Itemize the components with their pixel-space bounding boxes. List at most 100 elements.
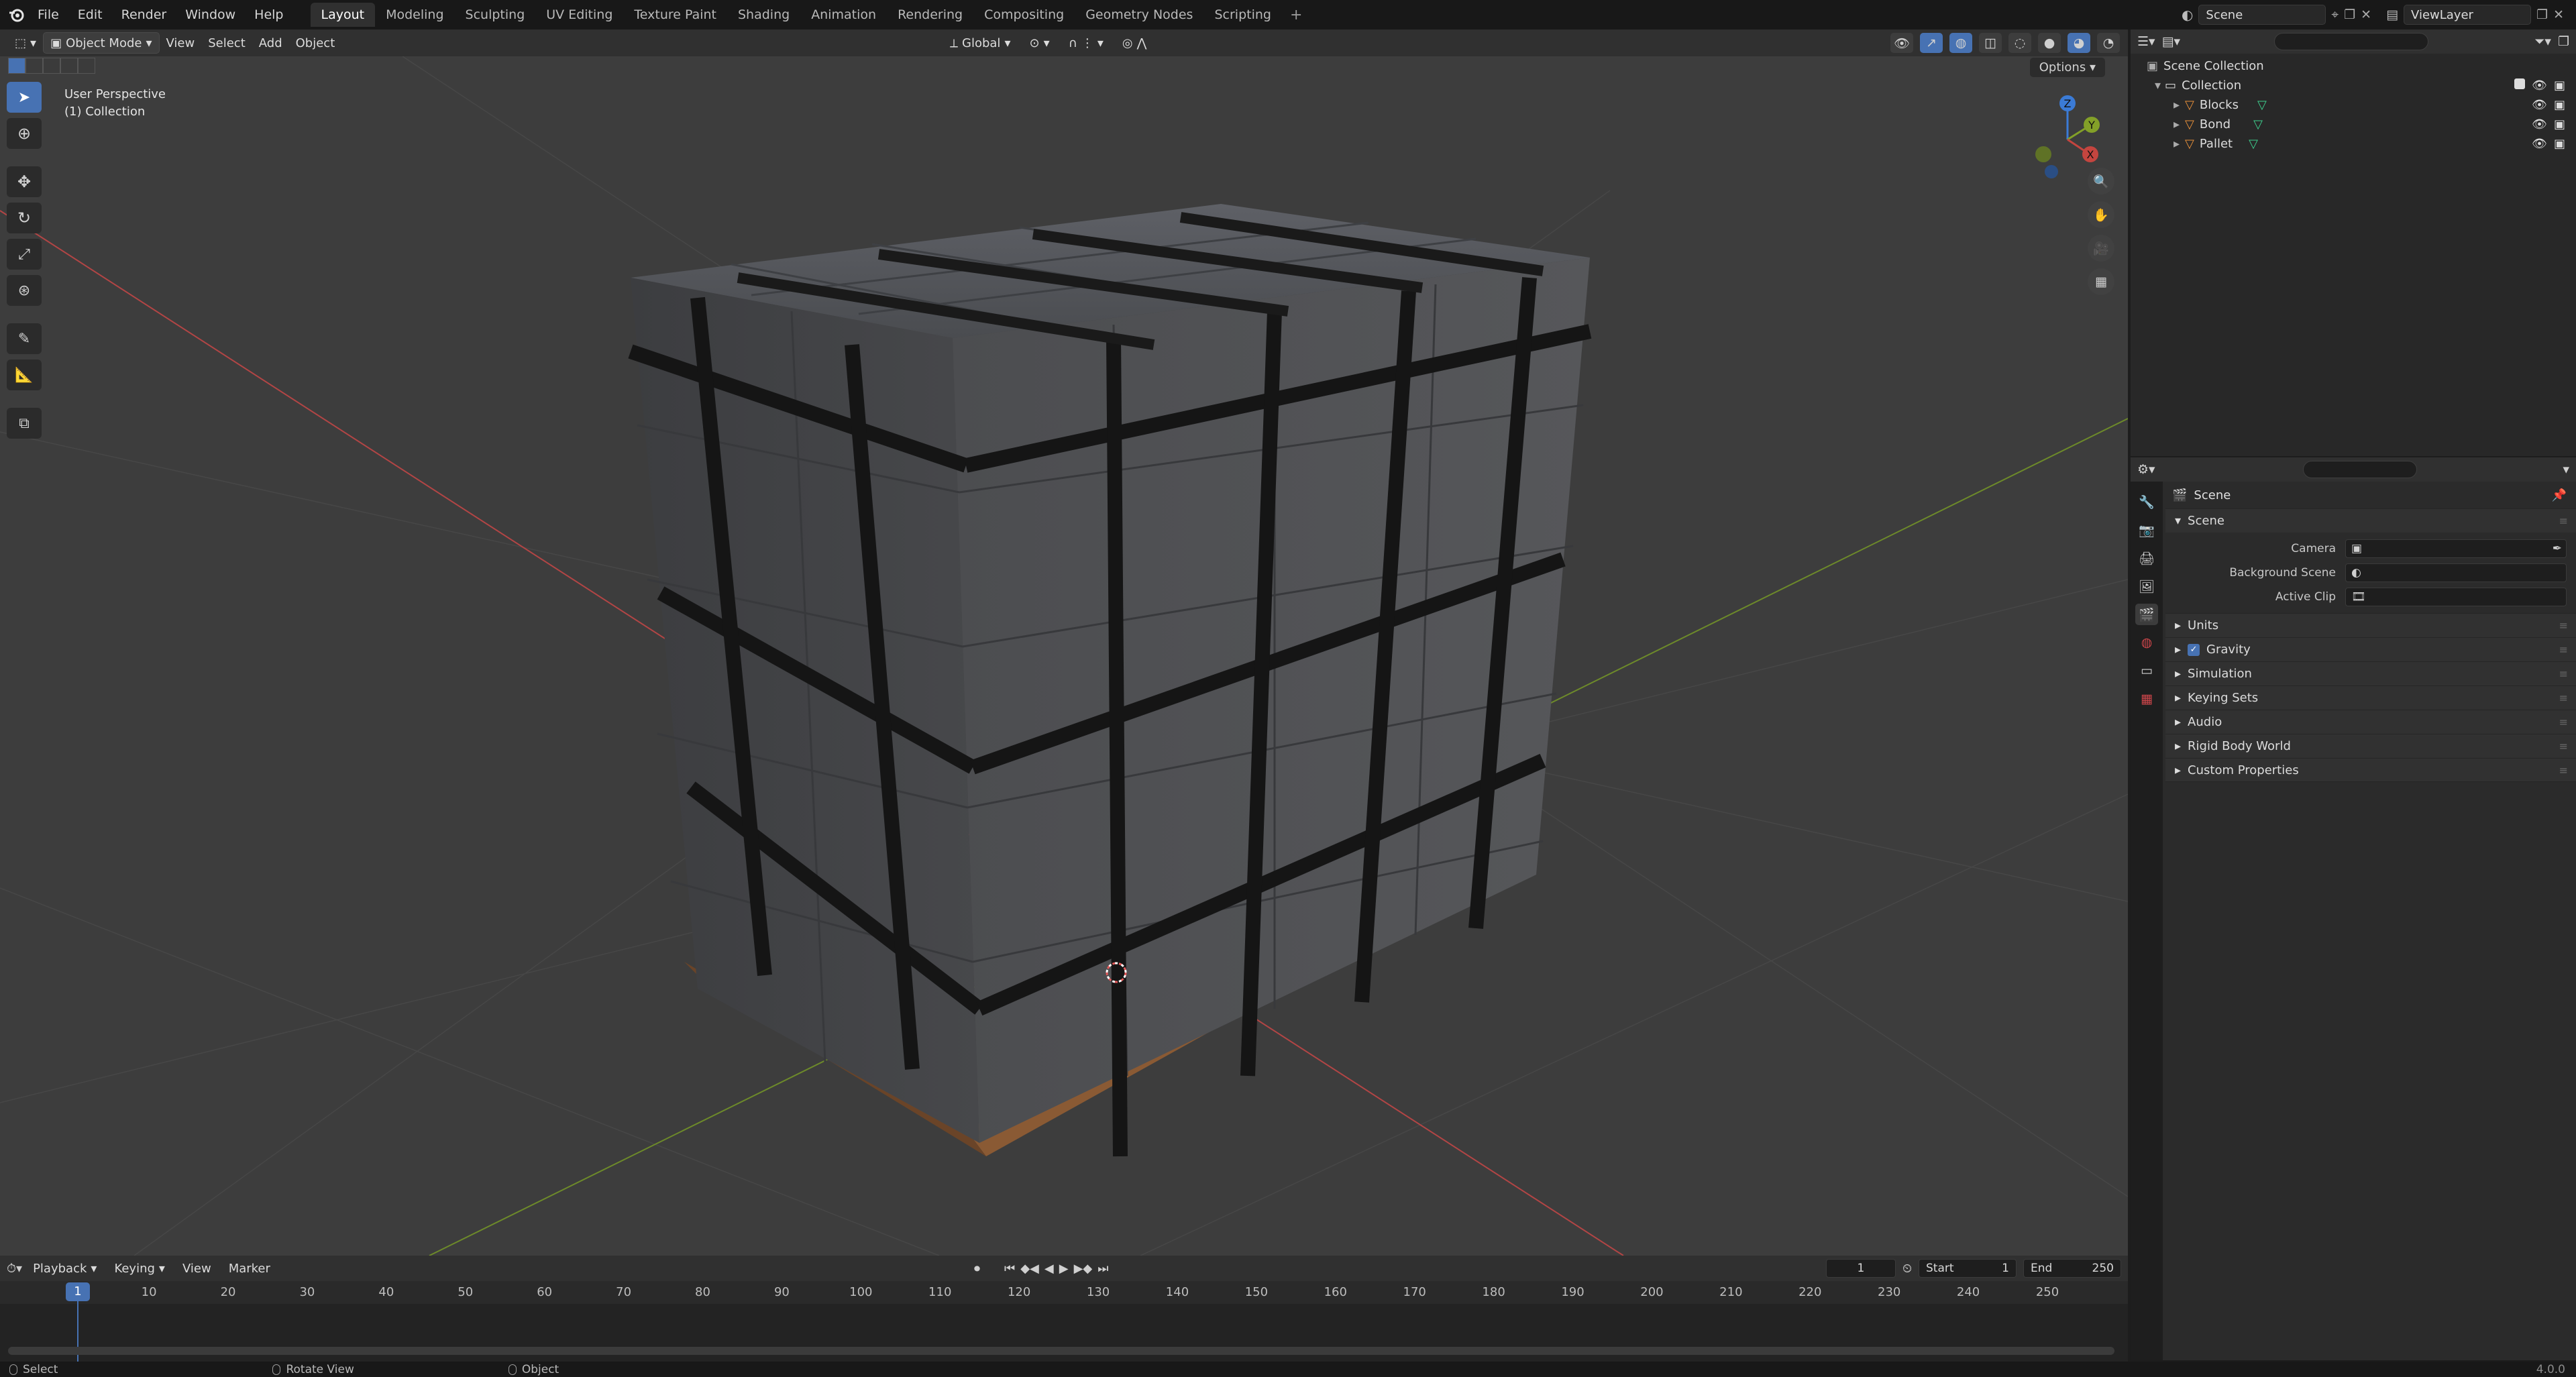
display-mode-icon[interactable]: ▤▾ <box>2162 34 2181 49</box>
tree-row-blocks[interactable]: ▸ ▽ Blocks ▽ 👁 ▣ <box>2131 95 2576 115</box>
select-subtract-icon[interactable] <box>43 58 60 74</box>
camera-field[interactable]: ▣ ✒ <box>2345 539 2567 558</box>
select-intersect-icon[interactable] <box>78 58 95 74</box>
filter-icon[interactable]: ⏷▾ <box>2534 34 2551 49</box>
play-reverse-icon[interactable]: ◀ <box>1044 1262 1054 1276</box>
eye-icon[interactable]: 👁 <box>2532 137 2547 151</box>
viewlayer-icon[interactable]: ▤ <box>2386 7 2398 22</box>
eye-icon[interactable]: 👁 <box>2532 98 2547 112</box>
gizmo-neg-z-axis[interactable] <box>2045 165 2058 178</box>
annotate-tool-button[interactable]: ✎ <box>7 323 42 354</box>
tab-scripting[interactable]: Scripting <box>1203 3 1282 27</box>
tab-render[interactable]: 📷 <box>2135 519 2158 541</box>
editor-type-button[interactable]: ⬚ ▾ <box>8 32 43 54</box>
next-keyframe-icon[interactable]: ▶◆ <box>1074 1262 1093 1276</box>
menu-edit[interactable]: Edit <box>68 0 112 30</box>
tab-world[interactable]: ◍ <box>2135 632 2158 653</box>
eye-icon[interactable]: 👁 <box>2532 78 2547 93</box>
delete-scene-icon[interactable]: ✕ <box>2361 7 2371 22</box>
wireframe-shading[interactable]: ◌ <box>2008 33 2031 53</box>
tab-scene[interactable]: 🎬 <box>2135 604 2158 625</box>
panel-units-header[interactable]: ▸ Units ≡ <box>2165 613 2576 637</box>
drag-handle-icon[interactable]: ≡ <box>2559 619 2568 632</box>
timeline-scrollbar[interactable] <box>8 1347 2114 1355</box>
menu-window[interactable]: Window <box>176 0 245 30</box>
panel-keying-sets-header[interactable]: ▸ Keying Sets ≡ <box>2165 685 2576 710</box>
menu-playback[interactable]: Playback ▾ <box>26 1258 103 1279</box>
menu-timeline-view[interactable]: View <box>176 1258 218 1279</box>
menu-object[interactable]: Object <box>289 32 342 54</box>
menu-file[interactable]: File <box>28 0 68 30</box>
clock-icon[interactable]: ⏲ <box>1902 1262 1912 1276</box>
cursor-tool-button[interactable]: ⊕ <box>7 118 42 149</box>
menu-keying[interactable]: Keying ▾ <box>107 1258 172 1279</box>
checkbox-icon[interactable] <box>2514 78 2526 89</box>
tab-view-layer[interactable]: 🖼 <box>2135 575 2158 597</box>
tab-modeling[interactable]: Modeling <box>375 3 454 27</box>
panel-audio-header[interactable]: ▸ Audio ≡ <box>2165 710 2576 734</box>
measure-tool-button[interactable]: 📐 <box>7 360 42 390</box>
tab-uv-editing[interactable]: UV Editing <box>535 3 623 27</box>
menu-help[interactable]: Help <box>245 0 292 30</box>
jump-end-icon[interactable]: ⏭ <box>1097 1262 1108 1276</box>
chevron-right-icon[interactable]: ▸ <box>2174 137 2180 151</box>
tab-rendering[interactable]: Rendering <box>887 3 973 27</box>
start-frame-field[interactable]: Start 1 <box>1919 1259 2017 1278</box>
scene-icon[interactable]: ◐ <box>2182 7 2193 23</box>
properties-editor-icon[interactable]: ⚙▾ <box>2137 462 2155 477</box>
current-frame-field[interactable]: 1 <box>1825 1259 1896 1278</box>
active-clip-field[interactable]: 🎞 <box>2345 588 2567 606</box>
timeline-ruler[interactable]: 1 10 20 30 40 50 60 70 80 90 100 110 120 130 140 150 16… <box>0 1281 2128 1304</box>
tab-compositing[interactable]: Compositing <box>973 3 1075 27</box>
pin-icon[interactable]: 📌 <box>2552 488 2567 502</box>
outliner-editor-icon[interactable]: ☰▾ <box>2137 34 2155 49</box>
drag-handle-icon[interactable]: ≡ <box>2559 643 2568 656</box>
proportional-edit-button[interactable]: ◎ ⋀ <box>1116 32 1153 54</box>
new-scene-icon[interactable]: ❐ <box>2344 7 2355 22</box>
xray-toggle[interactable]: ◫ <box>1979 33 2002 53</box>
chevron-right-icon[interactable]: ▸ <box>2174 98 2180 112</box>
pan-button[interactable]: ✋ <box>2088 201 2114 228</box>
rendered-shading[interactable]: ◔ <box>2097 33 2120 53</box>
camera-view-button[interactable]: 🎥 <box>2088 235 2114 262</box>
transform-tool-button[interactable]: ⊛ <box>7 275 42 306</box>
delete-viewlayer-icon[interactable]: ✕ <box>2553 7 2564 22</box>
tab-geometry-nodes[interactable]: Geometry Nodes <box>1075 3 1203 27</box>
add-cube-tool-button[interactable]: ⧉ <box>7 408 42 439</box>
mesh-data-icon[interactable]: ▽ <box>2249 137 2258 151</box>
scene-selector[interactable]: Scene <box>2198 5 2326 25</box>
material-shading[interactable]: ◕ <box>2068 33 2090 53</box>
camera-icon[interactable]: ▣ <box>2554 98 2565 112</box>
tree-row-collection[interactable]: ▾ ▭ Collection 👁 ▣ <box>2131 76 2576 95</box>
drag-handle-icon[interactable]: ≡ <box>2559 692 2568 704</box>
add-workspace-icon[interactable]: + <box>1282 7 1310 23</box>
panel-custom-properties-header[interactable]: ▸ Custom Properties ≡ <box>2165 758 2576 782</box>
3d-viewport[interactable]: ➤ ⊕ ✥ ↻ ⤢ ⊛ ✎ 📐 ⧉ User Perspective (1) C… <box>0 56 2128 1256</box>
gravity-checkbox[interactable]: ✓ <box>2188 643 2200 656</box>
options-dropdown[interactable]: Options ▾ <box>2029 58 2105 77</box>
blocks-object[interactable] <box>628 204 1592 1157</box>
tab-animation[interactable]: Animation <box>800 3 887 27</box>
panel-simulation-header[interactable]: ▸ Simulation ≡ <box>2165 661 2576 685</box>
panel-rigid-body-world-header[interactable]: ▸ Rigid Body World ≡ <box>2165 734 2576 758</box>
visibility-button[interactable]: 👁 <box>1890 33 1913 53</box>
jump-start-icon[interactable]: ⏮ <box>1004 1262 1015 1276</box>
eyedropper-icon[interactable]: ✒ <box>2553 542 2562 555</box>
mesh-data-icon[interactable]: ▽ <box>2257 98 2267 112</box>
menu-render[interactable]: Render <box>112 0 176 30</box>
drag-handle-icon[interactable]: ≡ <box>2559 740 2568 753</box>
menu-add[interactable]: Add <box>252 32 289 54</box>
blender-logo-icon[interactable] <box>5 0 28 30</box>
tree-row-scene-collection[interactable]: ▣ Scene Collection <box>2131 56 2576 76</box>
move-tool-button[interactable]: ✥ <box>7 166 42 197</box>
gizmo-neg-y-axis[interactable] <box>2035 146 2051 162</box>
new-viewlayer-icon[interactable]: ❐ <box>2536 7 2548 22</box>
viewlayer-selector[interactable]: ViewLayer <box>2404 5 2532 25</box>
drag-handle-icon[interactable]: ≡ <box>2559 764 2568 777</box>
drag-handle-icon[interactable]: ≡ <box>2559 514 2568 527</box>
mode-dropdown[interactable]: ▣ Object Mode ▾ <box>43 32 160 54</box>
menu-view[interactable]: View <box>160 32 202 54</box>
mesh-data-icon[interactable]: ▽ <box>2253 117 2263 131</box>
solid-shading[interactable]: ● <box>2038 33 2061 53</box>
pin-scene-icon[interactable]: ⌖ <box>2331 7 2339 22</box>
